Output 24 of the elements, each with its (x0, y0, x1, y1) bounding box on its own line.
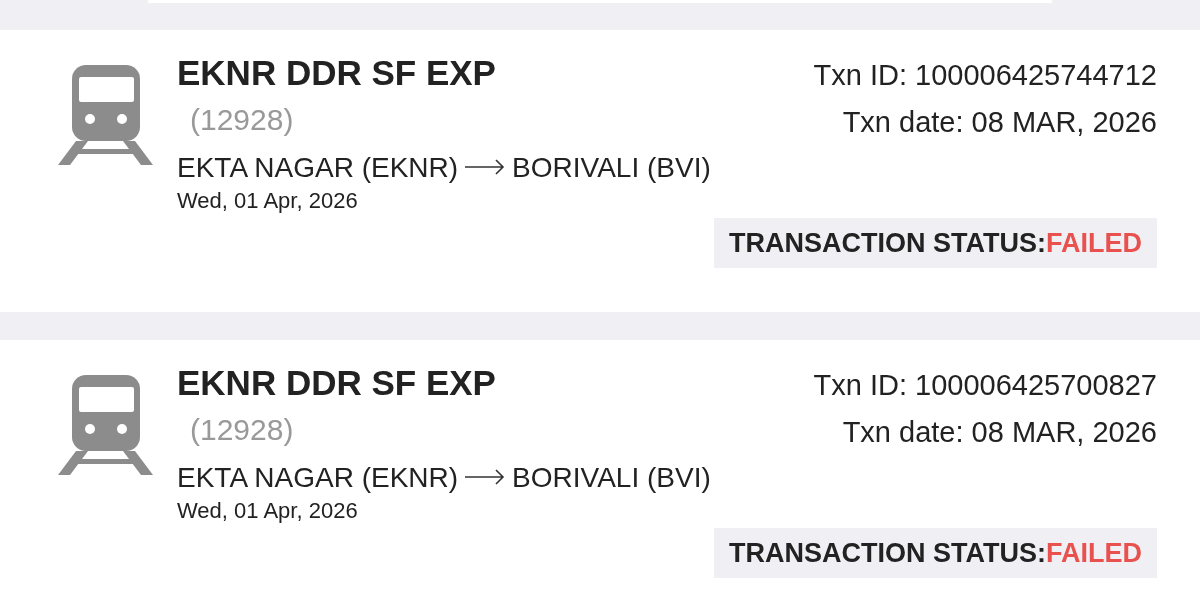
status-value: FAILED (1046, 536, 1142, 570)
transaction-id: Txn ID: 100006425700827 (813, 368, 1157, 403)
transaction-date: Txn date: 08 MAR, 2026 (842, 415, 1157, 450)
destination-station: BORIVALI (BVI) (512, 151, 711, 185)
train-number: (12928) (189, 412, 295, 448)
train-number: (12928) (189, 102, 295, 138)
status-value: FAILED (1046, 226, 1142, 260)
origin-station: EKTA NAGAR (EKNR) (177, 461, 459, 495)
train-icon (58, 65, 153, 165)
destination-station: BORIVALI (BVI) (512, 461, 711, 495)
train-icon (58, 375, 153, 475)
arrow-icon (465, 469, 506, 485)
transaction-id: Txn ID: 100006425744712 (813, 58, 1157, 93)
status-label: TRANSACTION STATUS: (729, 226, 1046, 260)
train-name: EKNR DDR SF EXP (177, 52, 497, 94)
origin-station: EKTA NAGAR (EKNR) (177, 151, 459, 185)
journey-date: Wed, 01 Apr, 2026 (177, 188, 359, 214)
train-name: EKNR DDR SF EXP (177, 362, 497, 404)
arrow-icon (465, 159, 506, 175)
journey-date: Wed, 01 Apr, 2026 (177, 498, 359, 524)
booking-card[interactable]: EKNR DDR SF EXP (12928) EKTA NAGAR (EKNR) BORIVALI (BVI) Wed, 01 Apr, 2026 Txn ID: 100006425700827 Txn date: 08 MAR, 2026 TRANSACTION STATUS:FAILED (0, 340, 1200, 615)
booking-card[interactable]: EKNR DDR SF EXP (12928) EKTA NAGAR (EKNR) BORIVALI (BVI) Wed, 01 Apr, 2026 Txn ID: 100006425744712 Txn date: 08 MAR, 2026 TRANSACTION STATUS:FAILED (0, 30, 1200, 312)
status-label: TRANSACTION STATUS: (729, 536, 1046, 570)
transaction-date: Txn date: 08 MAR, 2026 (842, 105, 1157, 140)
